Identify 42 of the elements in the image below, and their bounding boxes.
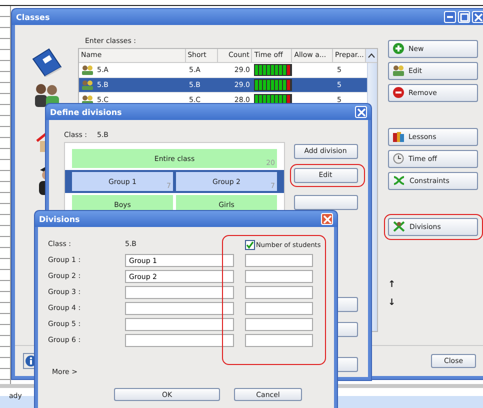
close-button[interactable] [321,213,333,225]
window-title: Define divisions [50,108,122,116]
minus-icon [392,87,404,98]
group-name-field[interactable] [125,318,234,331]
time-off-bar [254,64,292,76]
checkbox[interactable] [245,240,255,250]
caret-up-icon [368,53,376,58]
crossed-arrows-icon [392,175,404,186]
student-count-field[interactable] [245,334,313,347]
student-count-field[interactable] [245,270,313,283]
maximize-button[interactable] [458,11,470,23]
move-arrow-button[interactable]: ↑ [388,280,396,290]
move-arrow-button[interactable]: ↓ [388,298,396,308]
clock-icon [392,153,404,164]
close-icon [322,214,332,224]
group-name-field[interactable] [125,302,234,315]
close-button[interactable] [472,11,483,23]
student-count-field[interactable] [245,318,313,331]
minimize-icon [447,16,453,18]
books-icon [392,131,404,142]
maximize-icon [460,12,468,22]
class-icon [82,80,93,90]
checkmark-icon [246,240,254,248]
minimize-button[interactable] [444,11,456,23]
student-count-field[interactable] [245,254,313,267]
class-icon [82,65,93,75]
scroll-up-button[interactable] [366,49,377,62]
book-icon [30,47,62,77]
close-button[interactable] [355,106,367,118]
group-name-field[interactable] [125,286,234,299]
window-title: Divisions [39,214,80,224]
student-count-field[interactable] [245,286,313,299]
close-icon [474,12,482,22]
window-title: Classes [16,12,50,22]
plus-icon [392,43,404,54]
time-off-bar [254,79,292,91]
close-icon [356,108,366,116]
person-split-icon [392,221,404,232]
people-icon [392,65,404,76]
group-name-field[interactable] [125,334,234,347]
dialog-button[interactable] [294,195,358,210]
student-count-field[interactable] [245,302,313,315]
